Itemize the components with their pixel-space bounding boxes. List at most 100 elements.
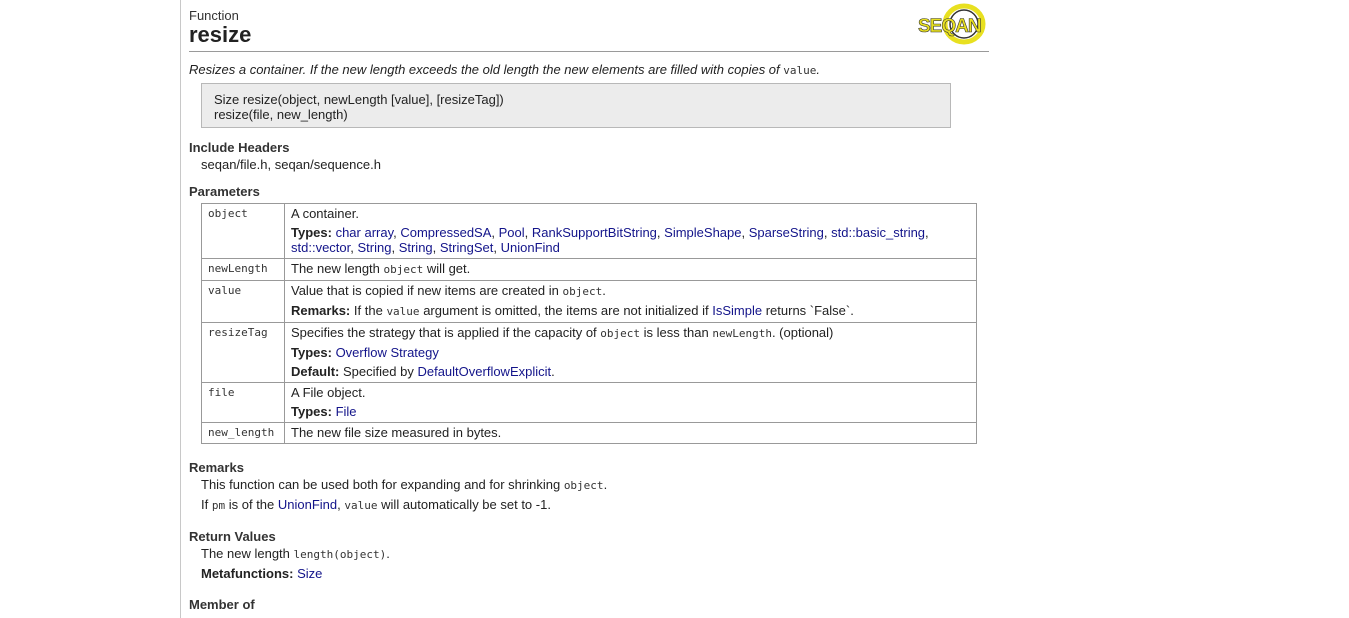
signature-line: resize(file, new_length) bbox=[214, 107, 348, 122]
param-desc-text: . bbox=[602, 283, 606, 298]
type-link-ranksupportbitstring[interactable]: RankSupportBitString bbox=[532, 225, 657, 240]
link-defaultoverflowexplicit[interactable]: DefaultOverflowExplicit bbox=[417, 364, 551, 379]
type-link-unionfind[interactable]: UnionFind bbox=[501, 240, 560, 255]
remarks-text: If bbox=[201, 497, 209, 512]
param-types: Types: char array, CompressedSA, Pool, R… bbox=[291, 225, 929, 255]
logo-text: SEQAN bbox=[918, 16, 981, 37]
link-unionfind[interactable]: UnionFind bbox=[278, 497, 337, 512]
param-name: file bbox=[201, 382, 285, 423]
param-name: new_length bbox=[201, 422, 285, 444]
param-desc-text: The new length bbox=[291, 261, 380, 276]
metafunctions-label: Metafunctions: bbox=[201, 566, 294, 581]
types-label: Types: bbox=[291, 404, 332, 419]
left-border-line bbox=[180, 0, 181, 618]
param-row-object: object A container. Types: char array, C… bbox=[201, 203, 977, 259]
remarks-text: is of the bbox=[228, 497, 275, 512]
link-size[interactable]: Size bbox=[297, 566, 322, 581]
link-file[interactable]: File bbox=[336, 404, 357, 419]
summary: Resizes a container. If the new length e… bbox=[189, 62, 820, 77]
return-values-heading: Return Values bbox=[189, 529, 276, 544]
param-desc: A File object. Types: File bbox=[284, 382, 977, 423]
signature-box: Size resize(object, newLength [value], [… bbox=[201, 83, 951, 128]
param-desc-text: Value that is copied if new items are cr… bbox=[291, 283, 559, 298]
remarks-line: If pm is of the UnionFind, value will au… bbox=[201, 497, 551, 512]
include-headers-value: seqan/file.h, seqan/sequence.h bbox=[201, 157, 381, 172]
seqan-logo: SEQAN bbox=[916, 2, 988, 46]
type-link-pool[interactable]: Pool bbox=[499, 225, 525, 240]
param-desc-code: object bbox=[383, 263, 424, 276]
remarks-heading: Remarks bbox=[189, 460, 244, 475]
return-values-text: . bbox=[386, 546, 390, 561]
remarks-code: pm bbox=[211, 499, 226, 512]
type-link-string-2[interactable]: String bbox=[399, 240, 433, 255]
param-desc-text: is less than bbox=[643, 325, 709, 340]
type-link-string[interactable]: String bbox=[357, 240, 391, 255]
param-desc-text: A container. bbox=[291, 206, 359, 221]
param-desc-code: object bbox=[562, 285, 603, 298]
param-name: newLength bbox=[201, 258, 285, 281]
param-desc-code: newLength bbox=[712, 327, 772, 340]
param-row-newlength: newLength The new length object will get… bbox=[201, 258, 977, 281]
parameters-table: object A container. Types: char array, C… bbox=[201, 203, 977, 444]
param-row-new-length: new_length The new file size measured in… bbox=[201, 422, 977, 444]
param-default: Default: Specified by DefaultOverflowExp… bbox=[291, 364, 970, 379]
remarks-text: This function can be used both for expan… bbox=[201, 477, 561, 492]
param-remarks-text: If the bbox=[353, 303, 383, 318]
member-of-heading: Member of bbox=[189, 597, 255, 612]
link-issimple[interactable]: IsSimple bbox=[712, 303, 762, 318]
param-remarks-code: value bbox=[386, 305, 420, 318]
type-link-std-vector[interactable]: std::vector bbox=[291, 240, 350, 255]
types-label: Types: bbox=[291, 225, 332, 240]
param-desc: Specifies the strategy that is applied i… bbox=[284, 322, 977, 383]
param-name: value bbox=[201, 280, 285, 323]
summary-end: . bbox=[816, 62, 821, 77]
remarks-text: . bbox=[603, 477, 608, 492]
type-link-sparsestring[interactable]: SparseString bbox=[749, 225, 824, 240]
type-link-stringset[interactable]: StringSet bbox=[440, 240, 493, 255]
param-types: Types: File bbox=[291, 404, 970, 419]
remarks-line: This function can be used both for expan… bbox=[201, 477, 607, 492]
param-row-file: file A File object. Types: File bbox=[201, 382, 977, 423]
param-name: object bbox=[201, 203, 285, 259]
param-desc-text: Specifies the strategy that is applied i… bbox=[291, 325, 597, 340]
metafunctions-line: Metafunctions: Size bbox=[201, 566, 322, 581]
remarks-text: , bbox=[337, 497, 341, 512]
param-row-resizetag: resizeTag Specifies the strategy that is… bbox=[201, 322, 977, 383]
page-title: resize bbox=[189, 22, 252, 47]
include-headers-heading: Include Headers bbox=[189, 140, 290, 155]
return-values-code: length(object) bbox=[293, 548, 387, 561]
param-desc-text: A File object. bbox=[291, 385, 366, 400]
type-link-simpleshape[interactable]: SimpleShape bbox=[664, 225, 741, 240]
remarks-code: value bbox=[344, 499, 378, 512]
param-default-text: . bbox=[551, 364, 555, 379]
link-overflow-strategy[interactable]: Overflow Strategy bbox=[336, 345, 439, 360]
param-remarks: Remarks: If the value argument is omitte… bbox=[291, 303, 970, 319]
remarks-label: Remarks: bbox=[291, 303, 351, 318]
param-default-text: Specified by bbox=[343, 364, 414, 379]
types-label: Types: bbox=[291, 345, 332, 360]
param-desc-text: . (optional) bbox=[771, 325, 834, 340]
param-desc: The new length object will get. bbox=[284, 258, 977, 281]
param-desc: A container. Types: char array, Compress… bbox=[284, 203, 977, 259]
param-name: resizeTag bbox=[201, 322, 285, 383]
type-link-compressedsa[interactable]: CompressedSA bbox=[400, 225, 491, 240]
param-row-value: value Value that is copied if new items … bbox=[201, 280, 977, 323]
type-link-char-array[interactable]: char array bbox=[336, 225, 394, 240]
param-types: Types: Overflow Strategy bbox=[291, 345, 970, 360]
param-remarks-text: argument is omitted, the items are not i… bbox=[423, 303, 709, 318]
param-desc: The new file size measured in bytes. bbox=[284, 422, 977, 444]
default-label: Default: bbox=[291, 364, 340, 379]
type-link-std-basic-string[interactable]: std::basic_string bbox=[831, 225, 925, 240]
return-values-text: The new length bbox=[201, 546, 290, 561]
param-desc-code: object bbox=[600, 327, 641, 340]
summary-text: Resizes a container. If the new length e… bbox=[189, 62, 780, 77]
param-remarks-text: returns `False`. bbox=[765, 303, 854, 318]
return-values-line: The new length length(object). bbox=[201, 546, 390, 561]
summary-code: value bbox=[783, 64, 817, 77]
param-desc-line: Specifies the strategy that is applied i… bbox=[291, 325, 970, 341]
signature-line: Size resize(object, newLength [value], [… bbox=[214, 92, 504, 107]
param-desc: Value that is copied if new items are cr… bbox=[284, 280, 977, 323]
parameters-heading: Parameters bbox=[189, 184, 260, 199]
remarks-text: will automatically be set to -1. bbox=[381, 497, 551, 512]
param-desc-text: will get. bbox=[426, 261, 471, 276]
